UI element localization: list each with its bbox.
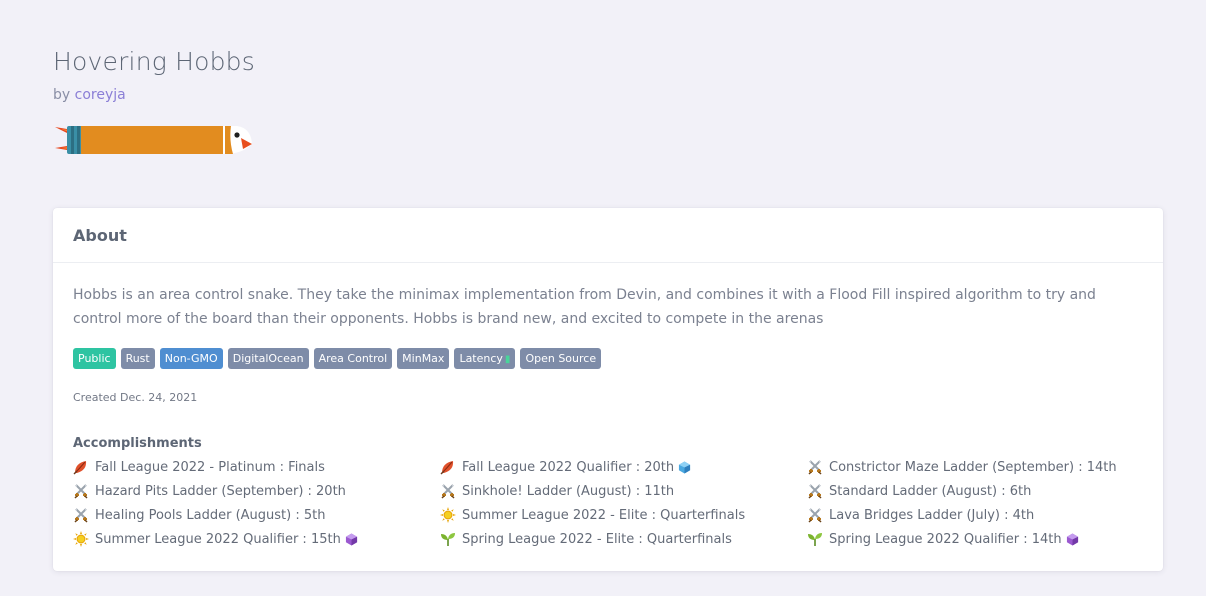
tag-rust[interactable]: Rust xyxy=(120,348,155,369)
accomplishment-text: Constrictor Maze Ladder (September) : 14… xyxy=(829,459,1117,475)
accomplishment-text: Spring League 2022 - Elite : Quarterfina… xyxy=(462,531,732,547)
accomplishment-text: Summer League 2022 - Elite : Quarterfina… xyxy=(462,507,746,523)
autumn-leaf-icon xyxy=(73,459,89,475)
accomplishment-item: Healing Pools Ladder (August) : 5th xyxy=(73,505,440,525)
accomplishment-item: Hazard Pits Ladder (September) : 20th xyxy=(73,481,440,501)
accomplishment-text: Fall League 2022 - Platinum : Finals xyxy=(95,459,325,475)
byline: by coreyja xyxy=(53,86,255,104)
crossed-swords-icon xyxy=(807,483,823,499)
page-title: Hovering Hobbs xyxy=(53,47,255,76)
autumn-leaf-icon xyxy=(440,459,456,475)
accomplishment-item: Sinkhole! Ladder (August) : 11th xyxy=(440,481,807,501)
byline-prefix: by xyxy=(53,87,71,103)
accomplishment-item: Spring League 2022 - Elite : Quarterfina… xyxy=(440,529,807,549)
accomplishment-text: Standard Ladder (August) : 6th xyxy=(829,483,1032,499)
accomplishments-list: Fall League 2022 - Platinum : Finals Fall… xyxy=(73,457,1143,549)
accomplishment-item: Constrictor Maze Ladder (September) : 14… xyxy=(807,457,1137,477)
seedling-icon xyxy=(440,531,456,547)
accomplishment-text: Summer League 2022 Qualifier : 15th xyxy=(95,531,341,547)
crossed-swords-icon xyxy=(440,483,456,499)
tag-minmax[interactable]: MinMax xyxy=(397,348,450,369)
sun-icon xyxy=(73,531,89,547)
tag-public[interactable]: Public xyxy=(73,348,116,369)
tag-latency-label: Latency xyxy=(459,352,503,365)
snake-preview-image xyxy=(55,126,252,154)
snake-header: Hovering Hobbs by coreyja xyxy=(53,44,255,104)
accomplishment-item: Fall League 2022 Qualifier : 20th xyxy=(440,457,807,477)
accomplishment-text: Healing Pools Ladder (August) : 5th xyxy=(95,507,326,523)
crossed-swords-icon xyxy=(807,459,823,475)
tag-latency[interactable]: Latency ▮ xyxy=(454,348,516,369)
purple-gem-icon xyxy=(345,532,358,546)
accomplishment-item: Summer League 2022 - Elite : Quarterfina… xyxy=(440,505,807,525)
accomplishment-item: Summer League 2022 Qualifier : 15th xyxy=(73,529,440,549)
snake-description: Hobbs is an area control snake. They tak… xyxy=(73,287,1096,327)
purple-gem-icon xyxy=(1066,532,1079,546)
accomplishment-text: Lava Bridges Ladder (July) : 4th xyxy=(829,507,1035,523)
seedling-icon xyxy=(807,531,823,547)
about-title: About xyxy=(73,225,127,245)
sun-icon xyxy=(440,507,456,523)
accomplishments-title: Accomplishments xyxy=(73,436,202,451)
accomplishment-item: Standard Ladder (August) : 6th xyxy=(807,481,1137,501)
accomplishment-text: Spring League 2022 Qualifier : 14th xyxy=(829,531,1062,547)
tag-area-control[interactable]: Area Control xyxy=(313,348,393,369)
accomplishment-text: Sinkhole! Ladder (August) : 11th xyxy=(462,483,675,499)
about-card-header: About xyxy=(53,208,1163,263)
crossed-swords-icon xyxy=(73,483,89,499)
tag-non-gmo[interactable]: Non-GMO xyxy=(159,348,223,369)
about-card-body: Hobbs is an area control snake. They tak… xyxy=(53,263,1163,549)
signal-bars-icon: ▮ xyxy=(504,354,511,365)
accomplishment-item: Fall League 2022 - Platinum : Finals xyxy=(73,457,440,477)
accomplishment-item: Spring League 2022 Qualifier : 14th xyxy=(807,529,1137,549)
tag-open-source[interactable]: Open Source xyxy=(520,348,602,369)
tag-list: Public Rust Non-GMO DigitalOcean Area Co… xyxy=(73,348,1143,369)
tag-digitalocean[interactable]: DigitalOcean xyxy=(227,348,309,369)
crossed-swords-icon xyxy=(73,507,89,523)
accomplishment-text: Hazard Pits Ladder (September) : 20th xyxy=(95,483,346,499)
crossed-swords-icon xyxy=(807,507,823,523)
author-link[interactable]: coreyja xyxy=(75,87,126,103)
accomplishment-text: Fall League 2022 Qualifier : 20th xyxy=(462,459,675,475)
accomplishment-item: Lava Bridges Ladder (July) : 4th xyxy=(807,505,1137,525)
blue-gem-icon xyxy=(678,460,691,474)
about-card: About Hobbs is an area control snake. Th… xyxy=(53,208,1163,571)
created-date: Created Dec. 24, 2021 xyxy=(73,391,198,404)
